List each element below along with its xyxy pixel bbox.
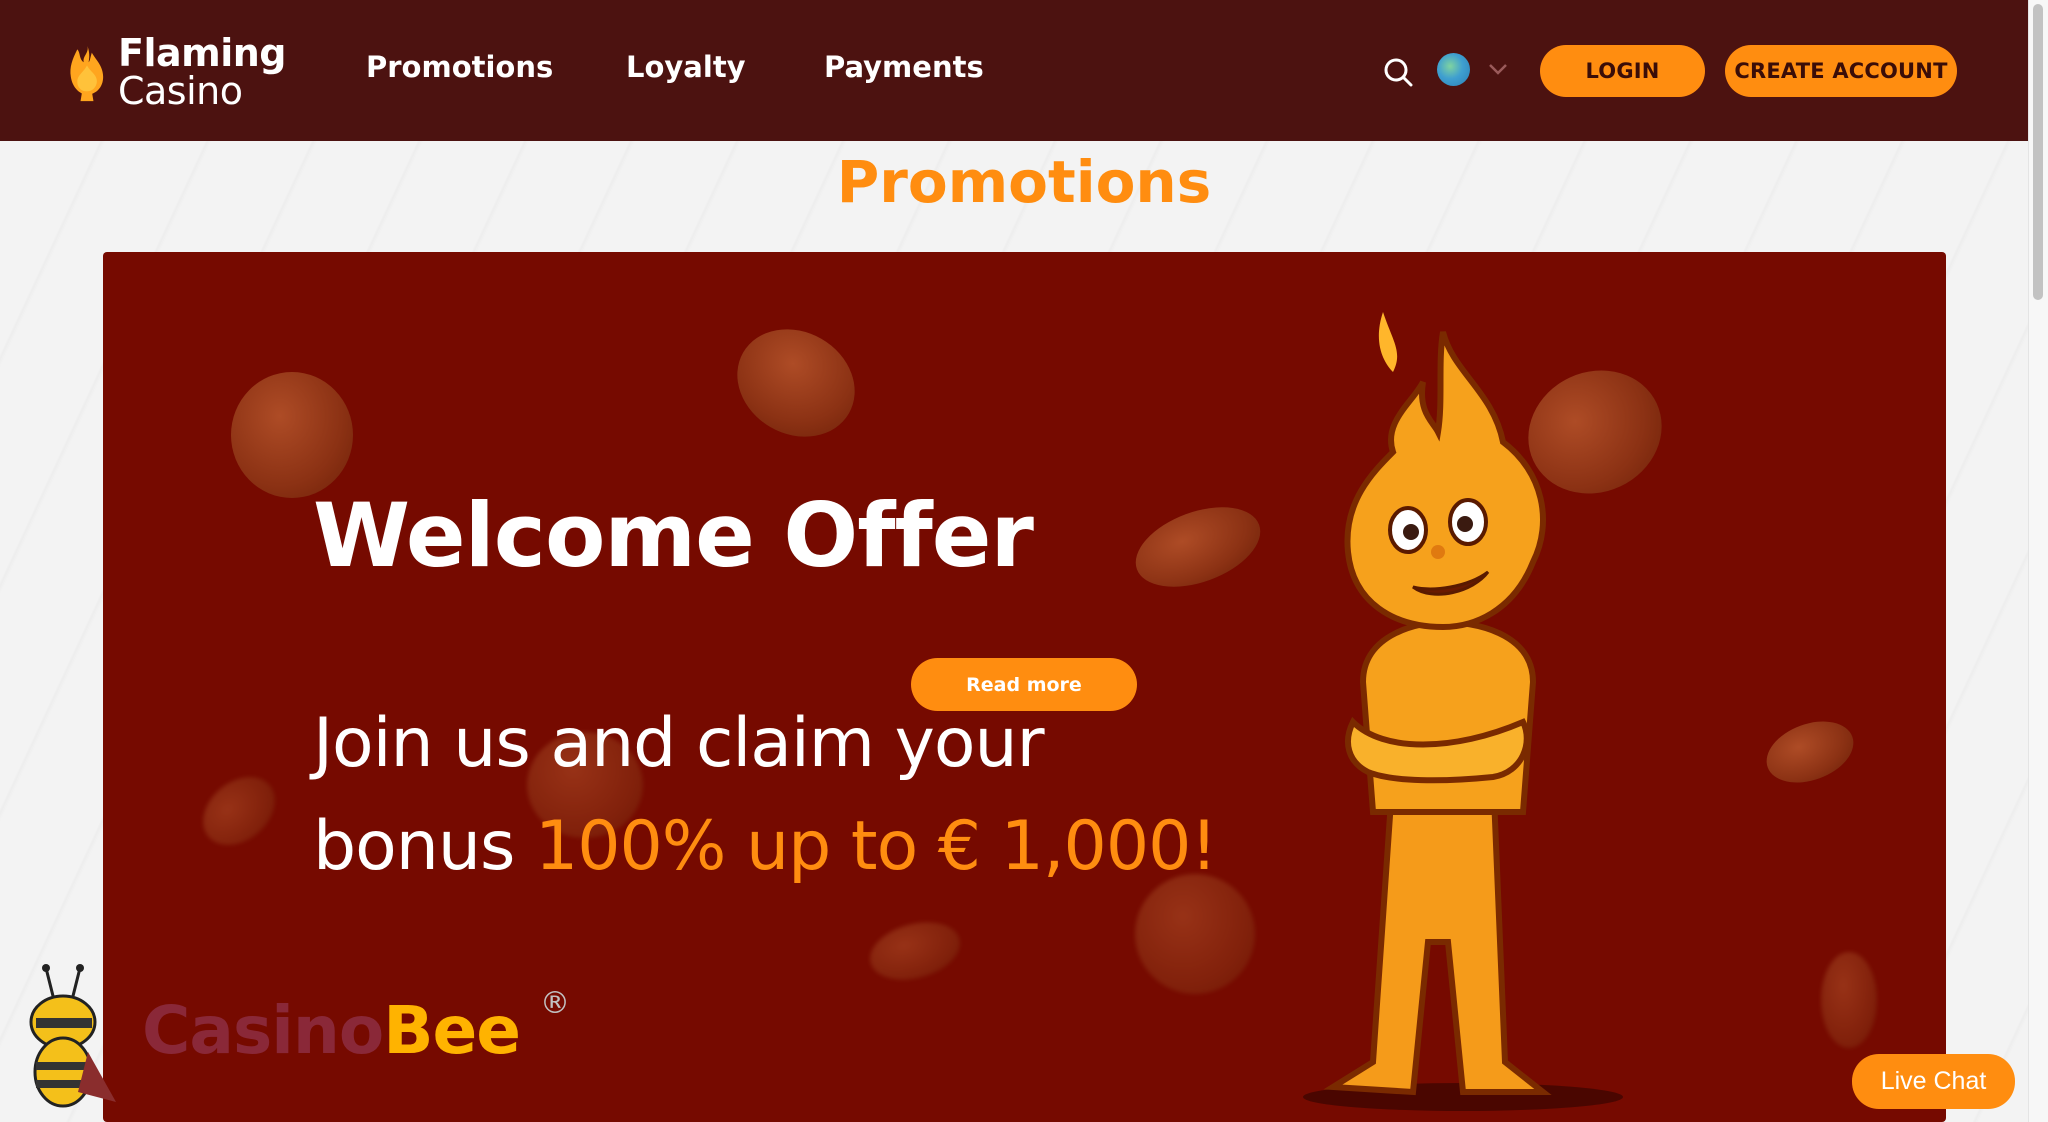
nav-promotions[interactable]: Promotions bbox=[366, 50, 626, 84]
logo-text-line1: Flaming bbox=[117, 31, 287, 75]
chevron-down-icon[interactable] bbox=[1488, 62, 1508, 76]
login-button[interactable]: LOGIN bbox=[1540, 45, 1705, 97]
banner-subtitle-line2: bonus 100% up to € 1,000! bbox=[313, 807, 1218, 886]
coin-decoration bbox=[1135, 874, 1255, 994]
casinobee-mascot-icon bbox=[29, 964, 116, 1108]
site-logo[interactable]: Flaming Casino bbox=[66, 31, 287, 113]
flame-mascot-illustration bbox=[1303, 312, 1623, 1111]
registered-mark: ® bbox=[540, 986, 570, 1021]
casinobee-watermark: CasinoBee bbox=[142, 992, 521, 1069]
coin-decoration bbox=[231, 372, 353, 498]
coin-decoration bbox=[1758, 710, 1862, 794]
watermark-part2: Bee bbox=[383, 992, 521, 1069]
bonus-highlight: 100% up to € 1,000! bbox=[535, 807, 1218, 886]
flame-logo-icon bbox=[70, 44, 104, 102]
bonus-prefix: bonus bbox=[313, 807, 515, 886]
top-navigation-bar: Flaming Casino Promotions Loyalty Paymen… bbox=[0, 0, 2028, 141]
watermark-part1: Casino bbox=[142, 992, 384, 1069]
coin-decoration bbox=[717, 308, 875, 458]
page-title: Promotions bbox=[836, 148, 1212, 216]
banner-title: Welcome Offer bbox=[313, 484, 1034, 587]
coin-decoration bbox=[189, 763, 289, 859]
coin-decoration bbox=[863, 913, 967, 989]
coin-decoration bbox=[1821, 952, 1877, 1048]
main-nav: Promotions Loyalty Payments bbox=[366, 50, 984, 84]
logo-text-line2: Casino bbox=[117, 69, 243, 113]
globe-icon[interactable] bbox=[1437, 53, 1470, 86]
search-icon[interactable] bbox=[1383, 57, 1413, 87]
banner-subtitle-line1: Join us and claim your bbox=[313, 704, 1045, 783]
nav-payments[interactable]: Payments bbox=[824, 50, 984, 84]
nav-loyalty[interactable]: Loyalty bbox=[626, 50, 824, 84]
live-chat-button[interactable]: Live Chat bbox=[1852, 1054, 2015, 1109]
create-account-button[interactable]: CREATE ACCOUNT bbox=[1725, 45, 1957, 97]
